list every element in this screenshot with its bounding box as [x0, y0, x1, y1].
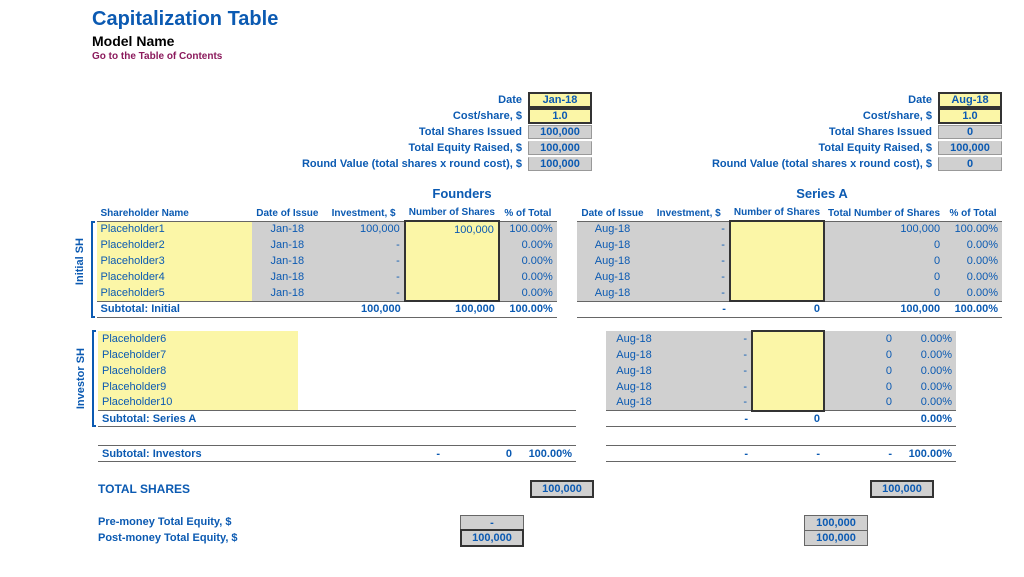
seriesa-header: Series A: [642, 186, 1002, 201]
table-row: Placeholder9Aug-18-00.00%: [98, 379, 956, 395]
label-cost: Cost/share, $: [72, 110, 528, 122]
shareholder-name[interactable]: Placeholder10: [98, 395, 298, 411]
table-row: Placeholder10Aug-18-00.00%: [98, 395, 956, 411]
col-date: Date of Issue: [252, 205, 322, 221]
group-investor: Investor SH: [75, 348, 87, 409]
total-shares-seriesa: 100,000: [870, 480, 934, 498]
shareholder-name[interactable]: Placeholder6: [98, 331, 298, 347]
seriesa-cost[interactable]: 1.0: [938, 108, 1002, 124]
num-shares-input[interactable]: [730, 269, 824, 285]
label-round: Round Value (total shares x round cost),…: [72, 158, 528, 170]
total-shares-label: TOTAL SHARES: [98, 482, 398, 496]
founders-equity: 100,000: [528, 141, 592, 155]
founders-header: Founders: [312, 186, 612, 201]
num-shares-input[interactable]: 100,000: [405, 221, 499, 237]
pre-money-seriesa: 100,000: [804, 515, 868, 530]
table-row: Placeholder5Jan-18-0.00%Aug-18-00.00%: [97, 285, 1003, 301]
shareholder-name[interactable]: Placeholder8: [98, 363, 298, 379]
seriesa-equity: 100,000: [938, 141, 1002, 155]
pre-money-label: Pre-money Total Equity, $: [98, 516, 398, 528]
col-num: Number of Shares: [405, 205, 499, 221]
main-content: DateJan-18 Cost/share, $1.0 Total Shares…: [72, 92, 1002, 546]
group-initial: Initial SH: [74, 238, 86, 285]
num-shares-input[interactable]: [405, 253, 499, 269]
shareholder-name[interactable]: Placeholder3: [97, 253, 253, 269]
subtotal-investors-row: Subtotal: Investors - 0 100.00% - - - 10…: [98, 445, 956, 462]
num-shares-input[interactable]: [752, 363, 824, 379]
post-money-label: Post-money Total Equity, $: [98, 532, 398, 544]
table-row: Placeholder3Jan-18-0.00%Aug-18-00.00%: [97, 253, 1003, 269]
pre-money-founders: -: [460, 515, 524, 530]
col-shareholder: Shareholder Name: [97, 205, 253, 221]
table-row: Placeholder1Jan-18100,000100,000100.00%A…: [97, 221, 1003, 237]
col-totnum: Total Number of Shares: [824, 205, 944, 221]
founders-shares: 100,000: [528, 125, 592, 139]
toc-link[interactable]: Go to the Table of Contents: [92, 51, 1014, 62]
label-date: Date: [72, 94, 528, 106]
num-shares-input[interactable]: [752, 395, 824, 411]
table-row: Placeholder7Aug-18-00.00%: [98, 347, 956, 363]
subtotal-initial: Subtotal: Initial 100,000 100,000 100.00…: [97, 301, 1003, 317]
seriesa-date[interactable]: Aug-18: [938, 92, 1002, 108]
shareholder-name[interactable]: Placeholder2: [97, 237, 253, 253]
table-row: Placeholder4Jan-18-0.00%Aug-18-00.00%: [97, 269, 1003, 285]
label-equity: Total Equity Raised, $: [72, 142, 528, 154]
totals-block: TOTAL SHARES 100,000 100,000 Pre-money T…: [98, 478, 1002, 546]
subtotal-seriesa: Subtotal: Series A - 0 0.00%: [98, 411, 956, 427]
table-row: Placeholder8Aug-18-00.00%: [98, 363, 956, 379]
num-shares-input[interactable]: [405, 285, 499, 301]
num-shares-input[interactable]: [730, 237, 824, 253]
founders-date[interactable]: Jan-18: [528, 92, 592, 108]
col-inv: Investment, $: [322, 205, 404, 221]
seriesa-shares: 0: [938, 125, 1002, 139]
founders-cost[interactable]: 1.0: [528, 108, 592, 124]
page-title: Capitalization Table: [92, 8, 1014, 31]
bracket-icon: [91, 221, 95, 318]
num-shares-input[interactable]: [752, 331, 824, 347]
num-shares-input[interactable]: [730, 221, 824, 237]
num-shares-input[interactable]: [752, 379, 824, 395]
post-money-seriesa: 100,000: [804, 530, 868, 546]
table-investor: Placeholder6Aug-18-00.00%Placeholder7Aug…: [98, 330, 956, 428]
seriesa-round: 0: [938, 157, 1002, 171]
num-shares-input[interactable]: [730, 285, 824, 301]
shareholder-name[interactable]: Placeholder1: [97, 221, 253, 237]
label-shares: Total Shares Issued: [72, 126, 528, 138]
num-shares-input[interactable]: [405, 269, 499, 285]
shareholder-name[interactable]: Placeholder5: [97, 285, 253, 301]
founders-round: 100,000: [528, 157, 592, 171]
model-name: Model Name: [92, 33, 1014, 49]
total-shares-founders: 100,000: [530, 480, 594, 498]
num-shares-input[interactable]: [730, 253, 824, 269]
num-shares-input[interactable]: [405, 237, 499, 253]
table-initial: Shareholder Name Date of Issue Investmen…: [97, 205, 1003, 318]
shareholder-name[interactable]: Placeholder9: [98, 379, 298, 395]
col-pct: % of Total: [499, 205, 557, 221]
shareholder-name[interactable]: Placeholder4: [97, 269, 253, 285]
post-money-founders: 100,000: [460, 529, 524, 547]
bracket-icon: [92, 330, 96, 428]
table-row: Placeholder2Jan-18-0.00%Aug-18-00.00%: [97, 237, 1003, 253]
summary-block: DateJan-18 Cost/share, $1.0 Total Shares…: [72, 92, 1002, 172]
num-shares-input[interactable]: [752, 347, 824, 363]
table-row: Placeholder6Aug-18-00.00%: [98, 331, 956, 347]
shareholder-name[interactable]: Placeholder7: [98, 347, 298, 363]
